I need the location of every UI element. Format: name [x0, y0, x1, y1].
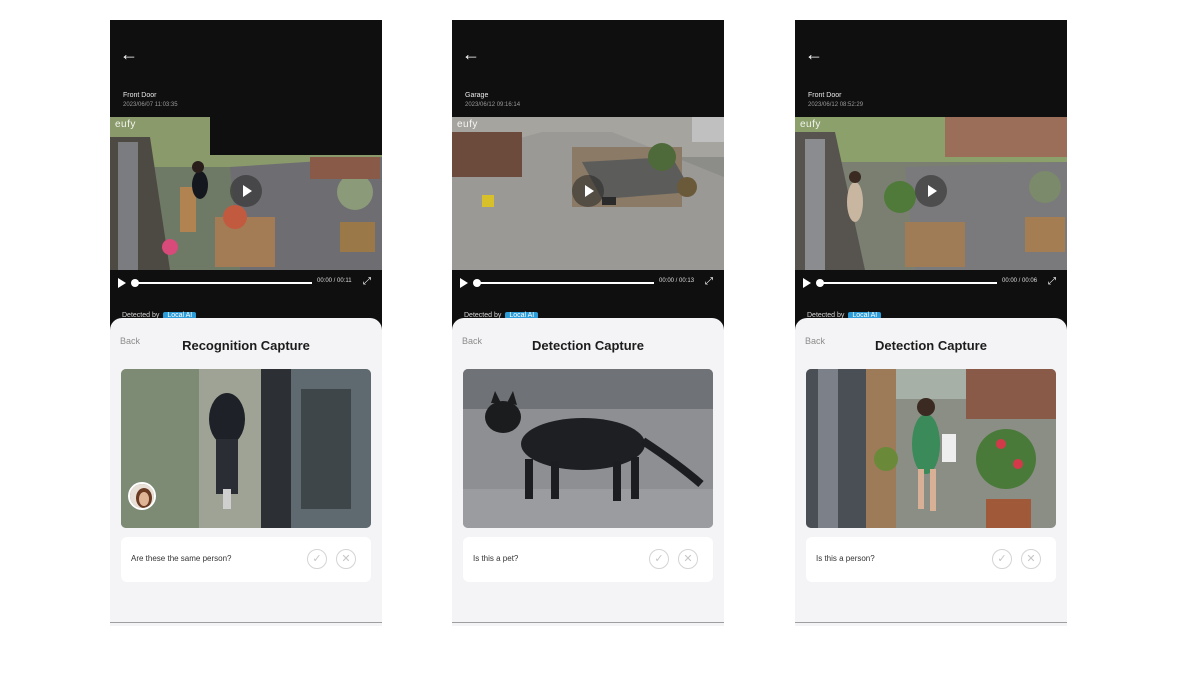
- event-video[interactable]: eufy: [110, 117, 382, 270]
- scrub-thumb[interactable]: [473, 279, 481, 287]
- event-timestamp: 2023/06/12 08:52:29: [808, 102, 864, 108]
- video-duration: 00:00 / 00:11: [317, 278, 352, 284]
- back-arrow-icon[interactable]: ←: [462, 44, 482, 64]
- eufy-logo: eufy: [115, 119, 136, 130]
- person-detection-capture-image: [806, 369, 1056, 528]
- event-timestamp: 2023/06/12 09:16:14: [465, 102, 521, 108]
- scrub-bar[interactable]: [473, 279, 654, 287]
- event-video[interactable]: eufy: [452, 117, 724, 270]
- capture-sheet: Back Detection Capture Is this a pet? ✓ …: [452, 318, 724, 622]
- play-icon[interactable]: [118, 278, 126, 288]
- phone-screen-garage-pet: ← Garage 2023/06/12 09:16:14 eufy 00:00 …: [452, 20, 724, 626]
- android-nav-bar: ◀: [452, 622, 724, 626]
- face-avatar: [128, 482, 156, 510]
- person-capture-image: [121, 369, 371, 528]
- event-video[interactable]: eufy: [795, 117, 1067, 270]
- video-duration: 00:00 / 00:13: [659, 278, 695, 284]
- play-icon[interactable]: [460, 278, 468, 288]
- capture-image: [121, 369, 371, 528]
- android-nav-bar: ◀: [110, 622, 382, 626]
- video-controls: 00:00 / 00:06 ⤢: [795, 274, 1067, 290]
- question-text: Are these the same person?: [131, 554, 232, 563]
- back-arrow-icon[interactable]: ←: [805, 44, 825, 64]
- question-text: Is this a person?: [816, 554, 875, 563]
- cat-capture-image: [463, 369, 713, 528]
- camera-name: Front Door: [808, 92, 842, 99]
- sheet-title: Recognition Capture: [182, 338, 310, 353]
- event-timestamp: 2023/06/07 11:03:35: [123, 102, 178, 108]
- capture-sheet: Back Recognition Capture Are these the s…: [110, 318, 382, 622]
- camera-name: Garage: [465, 92, 489, 99]
- confirmation-card: Is this a pet? ✓ ✕: [463, 537, 713, 582]
- video-controls: 00:00 / 00:13 ⤢: [452, 274, 724, 290]
- confirm-check-button[interactable]: ✓: [992, 549, 1012, 569]
- confirm-check-button[interactable]: ✓: [307, 549, 327, 569]
- confirmation-card: Are these the same person? ✓ ✕: [121, 537, 371, 582]
- phone-screen-front-door-recognition: ← Front Door 2023/06/07 11:03:35 eufy 00…: [110, 20, 382, 626]
- scrub-thumb[interactable]: [816, 279, 824, 287]
- scrub-thumb[interactable]: [131, 279, 139, 287]
- sheet-title: Detection Capture: [532, 338, 644, 353]
- play-icon[interactable]: [803, 278, 811, 288]
- face-avatar-image: [130, 484, 154, 508]
- status-bar: [110, 20, 382, 30]
- reject-close-button[interactable]: ✕: [678, 549, 698, 569]
- video-controls: 00:00 / 00:11 ⤢: [110, 274, 382, 290]
- capture-image: [463, 369, 713, 528]
- phone-screen-front-door-person: ← Front Door 2023/06/12 08:52:29 eufy 00…: [795, 20, 1067, 626]
- back-arrow-icon[interactable]: ←: [120, 44, 140, 64]
- scrub-bar[interactable]: [131, 279, 312, 287]
- confirm-check-button[interactable]: ✓: [649, 549, 669, 569]
- play-button[interactable]: [572, 175, 604, 207]
- status-bar: [795, 20, 1067, 30]
- sheet-title: Detection Capture: [875, 338, 987, 353]
- capture-image: [806, 369, 1056, 528]
- play-button[interactable]: [230, 175, 262, 207]
- play-button[interactable]: [915, 175, 947, 207]
- fullscreen-icon[interactable]: ⤢: [363, 276, 371, 287]
- confirmation-card: Is this a person? ✓ ✕: [806, 537, 1056, 582]
- fullscreen-icon[interactable]: ⤢: [705, 276, 713, 287]
- fullscreen-icon[interactable]: ⤢: [1048, 276, 1056, 287]
- reject-close-button[interactable]: ✕: [336, 549, 356, 569]
- eufy-logo: eufy: [800, 119, 821, 130]
- capture-sheet: Back Detection Capture Is this a person?…: [795, 318, 1067, 622]
- status-bar: [452, 20, 724, 30]
- camera-name: Front Door: [123, 92, 157, 99]
- video-duration: 00:00 / 00:06: [1002, 278, 1038, 284]
- android-nav-bar: ◀: [795, 622, 1067, 626]
- eufy-logo: eufy: [457, 119, 478, 130]
- reject-close-button[interactable]: ✕: [1021, 549, 1041, 569]
- scrub-bar[interactable]: [816, 279, 997, 287]
- question-text: Is this a pet?: [473, 554, 519, 563]
